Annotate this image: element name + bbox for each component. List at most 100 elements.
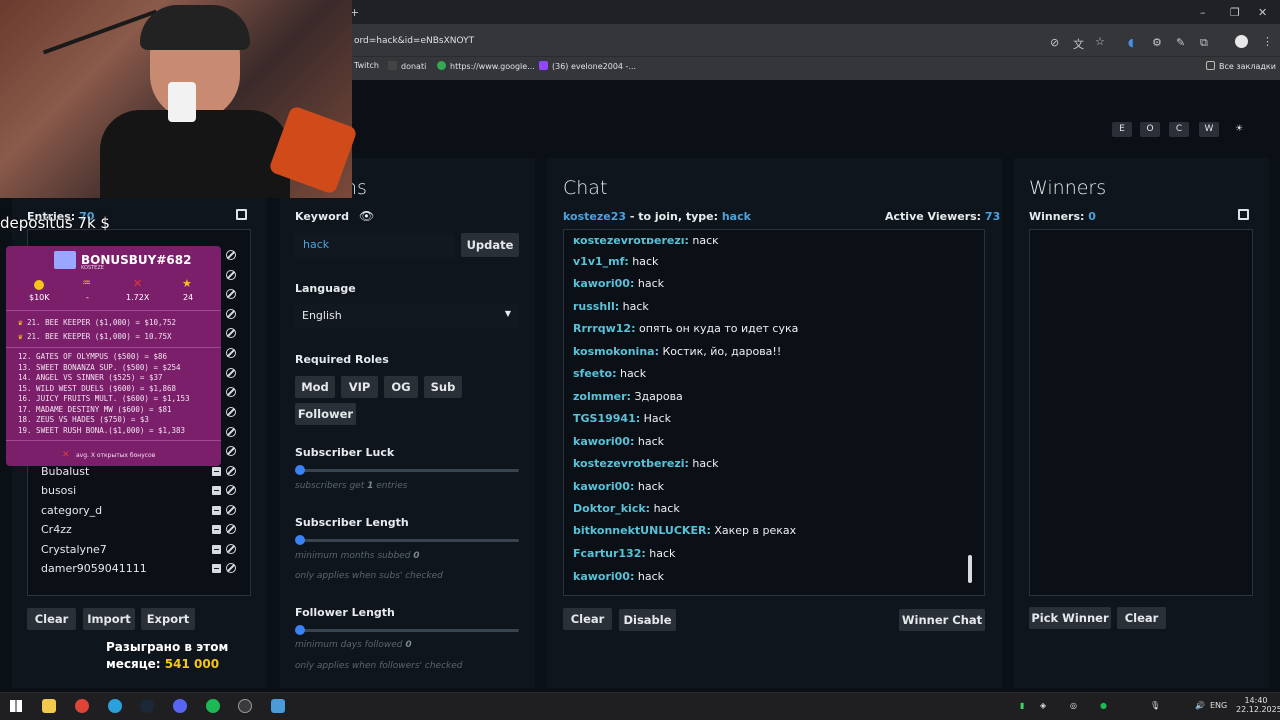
extension-icon[interactable]: ⚙: [1152, 36, 1162, 49]
role-follower-toggle[interactable]: Follower: [295, 403, 356, 425]
nav-button-e[interactable]: E: [1112, 122, 1132, 137]
language-indicator[interactable]: ENG: [1210, 701, 1227, 710]
tray-icon[interactable]: ◈: [1040, 701, 1046, 710]
ban-icon[interactable]: [226, 387, 236, 397]
bonus-gift-icon: [54, 251, 76, 269]
address-input[interactable]: ord=hack&id=eNBsXNOYT: [354, 36, 474, 46]
remove-entry-icon[interactable]: [212, 486, 221, 495]
subscriber-length-handle[interactable]: [295, 535, 305, 545]
remove-entry-icon[interactable]: [212, 545, 221, 554]
ban-icon[interactable]: [226, 328, 236, 338]
copy-icon[interactable]: [236, 209, 247, 220]
nav-button-c[interactable]: C: [1169, 122, 1189, 137]
subscriber-luck-slider[interactable]: [299, 469, 519, 472]
ban-icon[interactable]: [226, 485, 236, 495]
extension-icon[interactable]: ✎: [1176, 36, 1185, 49]
remove-entry-icon[interactable]: [212, 525, 221, 534]
app-icon[interactable]: [271, 699, 285, 713]
ban-icon[interactable]: [226, 289, 236, 299]
entries-clear-button[interactable]: Clear: [27, 608, 76, 630]
entries-export-button[interactable]: Export: [141, 608, 195, 630]
ban-icon[interactable]: [226, 466, 236, 476]
telegram-icon[interactable]: [108, 699, 122, 713]
tray-icon[interactable]: ◎: [1070, 701, 1077, 710]
winner-chat-button[interactable]: Winner Chat: [899, 609, 985, 631]
ban-icon[interactable]: [226, 446, 236, 456]
language-select[interactable]: English ▼: [295, 304, 519, 328]
profile-avatar[interactable]: [1235, 35, 1248, 48]
menu-dots-icon[interactable]: ⋮: [1262, 35, 1273, 48]
role-mod-toggle[interactable]: Mod: [295, 376, 335, 398]
minimize-icon[interactable]: –: [1200, 6, 1206, 19]
chat-message: bitkonnektUNLUCKER: Хакер в реках: [573, 524, 797, 537]
close-icon[interactable]: ✕: [1258, 6, 1267, 19]
divider: [6, 440, 221, 441]
subscriber-luck-handle[interactable]: [295, 465, 305, 475]
chat-disable-button[interactable]: Disable: [619, 609, 676, 631]
windows-start-icon[interactable]: [10, 700, 22, 712]
ban-icon[interactable]: [226, 407, 236, 417]
ban-icon[interactable]: [226, 250, 236, 260]
extension-icon[interactable]: ◖: [1128, 36, 1134, 49]
ban-icon[interactable]: [226, 427, 236, 437]
ban-icon[interactable]: [226, 563, 236, 573]
obs-icon[interactable]: [238, 699, 252, 713]
restore-icon[interactable]: ❐: [1230, 6, 1240, 19]
remove-entry-icon[interactable]: [212, 506, 221, 515]
bookmark-twitch[interactable]: Twitch: [354, 61, 379, 70]
ban-icon[interactable]: [226, 505, 236, 515]
ban-icon[interactable]: [226, 368, 236, 378]
chat-message: zolmmer: Здарова: [573, 390, 683, 403]
bookmark-google[interactable]: https://www.google...: [437, 61, 535, 71]
theme-toggle-icon[interactable]: ☀: [1229, 122, 1249, 137]
chat-message: Fcartur132: hack: [573, 547, 676, 560]
translate-icon[interactable]: 文: [1073, 36, 1084, 52]
remove-entry-icon[interactable]: [212, 564, 221, 573]
ban-icon[interactable]: [226, 348, 236, 358]
entries-import-button[interactable]: Import: [83, 608, 135, 630]
copy-icon[interactable]: [1238, 209, 1249, 220]
chat-scrollbar[interactable]: [968, 555, 972, 583]
winners-clear-button[interactable]: Clear: [1117, 607, 1166, 629]
file-explorer-icon[interactable]: [42, 699, 56, 713]
keyword-input[interactable]: hack: [295, 233, 455, 257]
extensions-puzzle-icon[interactable]: ⧉: [1200, 36, 1208, 50]
chat-clear-button[interactable]: Clear: [563, 608, 612, 630]
camera-blocked-icon[interactable]: ⊘: [1050, 36, 1059, 49]
subscriber-length-slider[interactable]: [299, 539, 519, 542]
remove-entry-icon[interactable]: [212, 467, 221, 476]
update-button[interactable]: Update: [461, 233, 519, 257]
spotify-tray-icon[interactable]: ●: [1100, 701, 1107, 710]
bookmark-donati[interactable]: donati: [388, 61, 426, 71]
ban-icon[interactable]: [226, 544, 236, 554]
bookmark-star-icon[interactable]: ☆: [1095, 35, 1105, 48]
bookmark-evelone[interactable]: (36) evelone2004 -...: [539, 61, 636, 71]
follower-length-handle[interactable]: [295, 625, 305, 635]
spotify-icon[interactable]: [206, 699, 220, 713]
steam-icon[interactable]: [140, 699, 154, 713]
all-bookmarks[interactable]: Все закладки: [1206, 61, 1276, 71]
follower-length-hint: minimum days followed 0: [295, 640, 412, 650]
role-sub-toggle[interactable]: Sub: [424, 376, 462, 398]
divider: [6, 347, 221, 348]
nav-button-o[interactable]: O: [1140, 122, 1160, 137]
clock[interactable]: 14:40 22.12.2025: [1236, 696, 1280, 714]
ban-icon[interactable]: [226, 524, 236, 534]
ban-icon[interactable]: [226, 309, 236, 319]
language-label: Language: [295, 282, 356, 295]
volume-icon[interactable]: 🔊: [1195, 701, 1205, 710]
tray-icon[interactable]: ▮: [1020, 701, 1024, 710]
chrome-icon[interactable]: [75, 699, 89, 713]
map-pin-icon: [437, 61, 446, 70]
role-vip-toggle[interactable]: VIP: [341, 376, 378, 398]
discord-icon[interactable]: [173, 699, 187, 713]
ban-icon[interactable]: [226, 270, 236, 280]
pick-winner-button[interactable]: Pick Winner: [1029, 607, 1111, 629]
follower-length-slider[interactable]: [299, 629, 519, 632]
role-og-toggle[interactable]: OG: [384, 376, 418, 398]
chat-message: kosmokonina: Костик, йо, дарова!!: [573, 345, 782, 358]
nav-button-w[interactable]: W: [1199, 122, 1219, 137]
twitch-icon: [539, 61, 548, 70]
eye-icon[interactable]: 👁: [359, 209, 374, 223]
mic-icon[interactable]: 🎙: [1150, 701, 1160, 710]
